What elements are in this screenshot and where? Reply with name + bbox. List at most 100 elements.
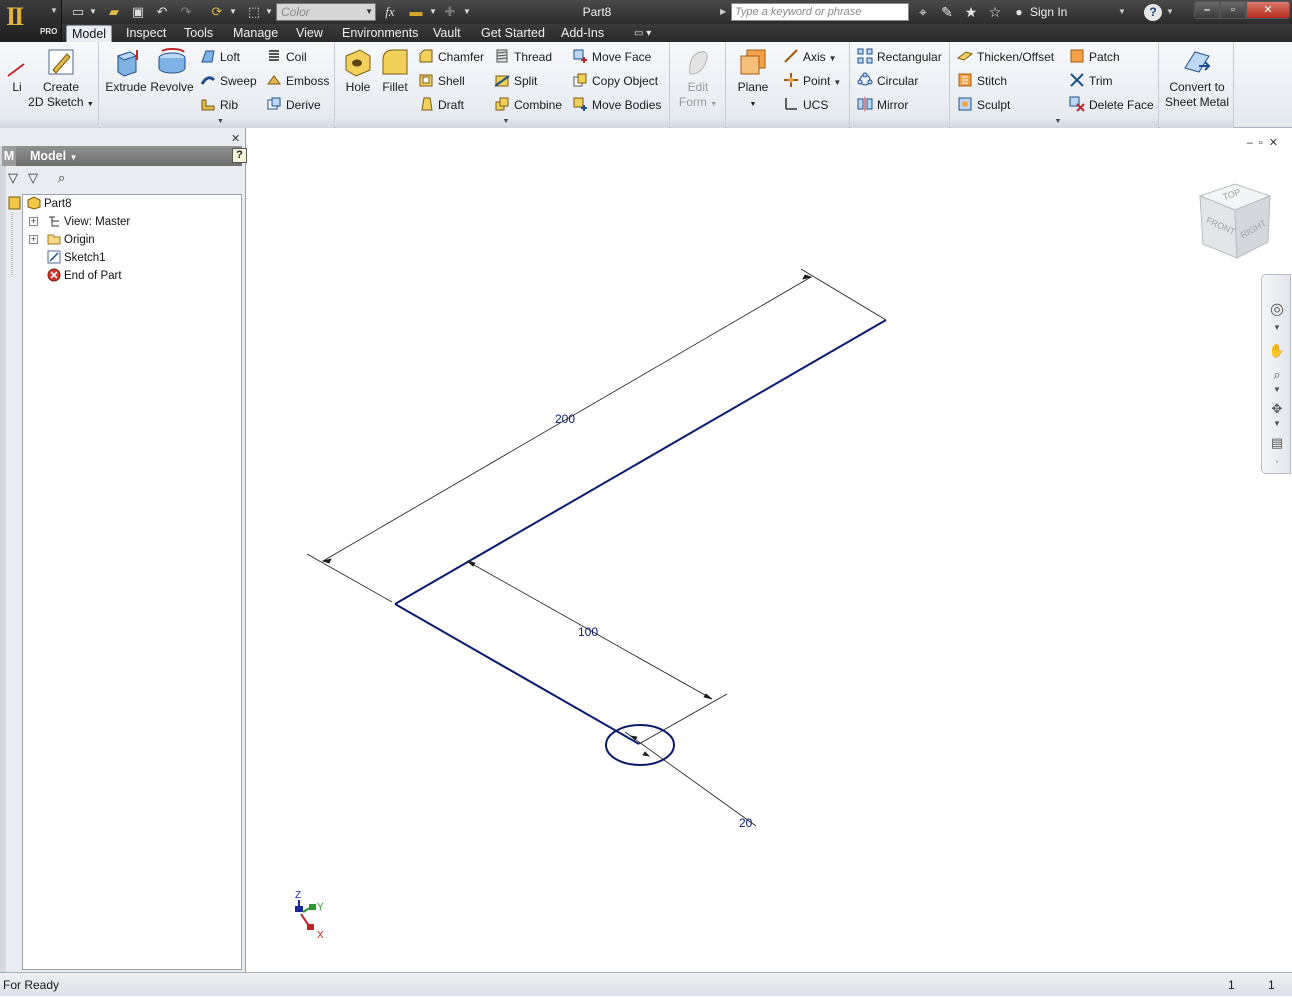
dimension-200[interactable] — [306, 268, 887, 603]
browser-title[interactable]: Model ▼ — [30, 146, 78, 168]
sign-in-link[interactable]: Sign In — [1030, 3, 1067, 21]
sketch-profile[interactable] — [394, 319, 887, 745]
plane-button[interactable]: Plane ▼ — [731, 46, 775, 112]
close-window-button[interactable]: ✕ — [1246, 1, 1290, 19]
move-face-button[interactable]: Move Face — [572, 48, 651, 66]
customize-dropdown-icon[interactable]: ▼ — [462, 3, 472, 21]
minimize-button[interactable]: – — [1194, 1, 1220, 19]
ucs-button[interactable]: UCS — [783, 96, 828, 114]
search-expand-icon[interactable]: ▶ — [720, 3, 730, 21]
coil-button[interactable]: Coil — [266, 48, 307, 66]
trim-button[interactable]: Trim — [1069, 72, 1113, 90]
edit-form-button[interactable]: Edit Form ▼ — [675, 46, 721, 112]
draft-button[interactable]: Draft — [418, 96, 464, 114]
copy-object-button[interactable]: Copy Object — [572, 72, 658, 90]
hole-button[interactable]: Hole — [340, 46, 376, 95]
tab-manage[interactable]: Manage — [228, 25, 283, 42]
measure-dropdown-icon[interactable]: ▼ — [428, 3, 438, 21]
delete-face-button[interactable]: Delete Face — [1069, 96, 1154, 114]
view-cube[interactable]: TOP FRONT RIGHT — [1198, 183, 1272, 259]
expand-view-master-icon[interactable]: + — [29, 217, 38, 226]
create-2d-sketch-button[interactable]: Create 2D Sketch ▼ — [28, 46, 94, 112]
rib-button[interactable]: Rib — [200, 96, 238, 114]
dimension-100-text[interactable]: 100 — [578, 625, 598, 639]
tab-inspect[interactable]: Inspect — [121, 25, 171, 42]
maximize-button[interactable]: ▫ — [1220, 1, 1246, 19]
dimension-20-text[interactable]: 20 — [739, 816, 753, 830]
tree-node-end-of-part[interactable]: End of Part — [47, 267, 122, 285]
chevron-down-icon[interactable]: ▼ — [1266, 419, 1288, 428]
stitch-button[interactable]: Stitch — [957, 72, 1007, 90]
sketch-circle[interactable] — [605, 724, 675, 766]
tree-node-view-master[interactable]: View: Master — [47, 213, 130, 231]
convert-to-sheet-metal-button[interactable]: Convert to Sheet Metal — [1162, 46, 1232, 110]
open-folder-icon[interactable]: ▰ — [104, 3, 124, 21]
undo-icon[interactable]: ↶ — [152, 3, 172, 21]
emboss-button[interactable]: Emboss — [266, 72, 329, 90]
help-dropdown-icon[interactable]: ▼ — [1166, 3, 1174, 21]
tab-vault[interactable]: Vault — [428, 25, 466, 42]
new-dropdown-icon[interactable]: ▼ — [88, 3, 98, 21]
select-icon[interactable]: ⬚ — [244, 3, 264, 21]
thread-button[interactable]: Thread — [494, 48, 552, 66]
tab-tools[interactable]: Tools — [179, 25, 218, 42]
close-icon[interactable]: ✕ — [231, 132, 240, 145]
measure-icon[interactable]: ▬ — [404, 3, 428, 21]
binoculars-find-icon[interactable]: ⌕ — [58, 170, 65, 186]
derive-button[interactable]: Derive — [266, 96, 321, 114]
help-button[interactable]: ? — [1144, 4, 1162, 21]
new-icon[interactable]: ▭ — [68, 3, 88, 21]
update-dropdown-icon[interactable]: ▼ — [228, 3, 238, 21]
redo-icon[interactable]: ↷ — [176, 3, 196, 21]
circular-pattern-button[interactable]: Circular — [857, 72, 918, 90]
panel-expand-icon[interactable]: ▼ — [1055, 118, 1062, 125]
look-at-icon[interactable]: ▤ — [1266, 435, 1288, 451]
tab-view[interactable]: View — [291, 25, 328, 42]
fillet-button[interactable]: Fillet — [376, 46, 414, 95]
combine-button[interactable]: Combine — [494, 96, 562, 114]
axis-button[interactable]: Axis ▼ — [783, 48, 837, 66]
thicken-offset-button[interactable]: Thicken/Offset — [957, 48, 1054, 66]
chevron-down-icon[interactable]: ◦ — [1266, 457, 1288, 466]
sweep-button[interactable]: Sweep — [200, 72, 257, 90]
mirror-button[interactable]: Mirror — [857, 96, 908, 114]
chevron-down-icon[interactable]: ▼ — [1266, 323, 1288, 332]
loft-button[interactable]: Loft — [200, 48, 240, 66]
tab-environments[interactable]: Environments — [337, 25, 423, 42]
filter-icon[interactable]: ▽ — [8, 170, 18, 186]
star-icon[interactable]: ★ — [960, 3, 982, 21]
select-dropdown-icon[interactable]: ▼ — [264, 3, 274, 21]
steering-wheel-icon[interactable]: ◎ — [1266, 299, 1288, 319]
graphics-window[interactable]: –▫✕ 200 100 20 TOP FRONT RIGHT Z Y X ◎ ▼… — [247, 128, 1292, 972]
tree-node-origin[interactable]: Origin — [47, 231, 95, 249]
tree-node-part[interactable]: Part8 — [27, 195, 72, 213]
favorites-icon[interactable]: ☆ — [984, 3, 1006, 21]
point-button[interactable]: Point ▼ — [783, 72, 841, 90]
parameters-fx-icon[interactable]: fx — [380, 3, 400, 21]
tab-add-ins[interactable]: Add-Ins — [556, 25, 609, 42]
line-button[interactable]: Li — [0, 46, 26, 95]
tree-node-sketch1[interactable]: Sketch1 — [47, 249, 106, 267]
pan-hand-icon[interactable]: ✋ — [1266, 343, 1288, 359]
sign-in-dropdown-icon[interactable]: ▼ — [1118, 3, 1126, 21]
chevron-down-icon[interactable]: ▼ — [1266, 385, 1288, 394]
sculpt-button[interactable]: Sculpt — [957, 96, 1010, 114]
sketch-canvas[interactable]: 200 100 20 TOP FRONT RIGHT Z Y X — [247, 128, 1292, 972]
rectangular-pattern-button[interactable]: Rectangular — [857, 48, 942, 66]
chamfer-button[interactable]: Chamfer — [418, 48, 484, 66]
tab-get-started[interactable]: Get Started — [476, 25, 550, 42]
sketch-line-short[interactable] — [394, 603, 640, 745]
user-icon[interactable]: ● — [1010, 3, 1028, 21]
wrench-icon[interactable]: ✎ — [936, 3, 958, 21]
search-input[interactable]: Type a keyword or phrase — [731, 3, 909, 21]
ribbon-display-toggle-icon[interactable]: ▭ ▾ — [634, 25, 651, 42]
orbit-icon[interactable]: ✥ — [1266, 401, 1288, 417]
application-menu-button[interactable]: II ▼ PRO — [0, 0, 62, 42]
update-icon[interactable]: ⟳ — [206, 3, 228, 21]
patch-button[interactable]: Patch — [1069, 48, 1120, 66]
filter-options-icon[interactable]: ▽ — [28, 170, 38, 186]
panel-expand-icon[interactable]: ▼ — [217, 118, 224, 125]
zoom-icon[interactable]: ⌕ — [1266, 367, 1288, 383]
save-icon[interactable]: ▣ — [128, 3, 148, 21]
browser-help-button[interactable]: ? — [232, 148, 247, 163]
